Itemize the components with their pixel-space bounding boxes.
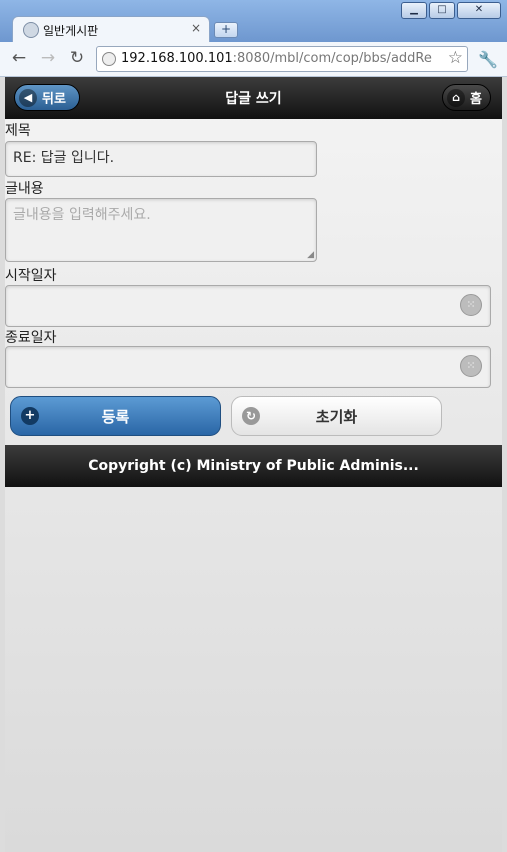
- tab-close-icon[interactable]: ×: [191, 21, 201, 35]
- home-icon: ⌂: [447, 88, 465, 107]
- start-date-label: 시작일자: [5, 268, 57, 284]
- page-favicon-icon: [23, 22, 39, 38]
- content-label: 글내용: [5, 181, 44, 197]
- home-button-label: 홈: [470, 92, 482, 107]
- end-date-field[interactable]: ⁙: [5, 346, 491, 388]
- content-field[interactable]: ◢: [5, 198, 317, 262]
- plus-icon: +: [21, 407, 39, 425]
- reset-button-label: 초기화: [315, 407, 358, 426]
- close-window-icon[interactable]: ✕: [457, 2, 501, 19]
- date-picker-grid-icon[interactable]: ⁙: [460, 294, 482, 316]
- browser-tab[interactable]: 일반게시판 ×: [12, 16, 210, 43]
- content-textarea[interactable]: [6, 199, 316, 261]
- browser-toolbar: ← → ↻ 192.168.100.101:8080/mbl/com/cop/b…: [0, 42, 507, 77]
- window-controls: ▁ □ ✕: [401, 2, 501, 19]
- home-button[interactable]: ⌂ 홈: [442, 84, 491, 111]
- subject-input[interactable]: [6, 142, 316, 172]
- reset-button[interactable]: ↻ 초기화: [231, 396, 442, 436]
- date-picker-grid-icon[interactable]: ⁙: [460, 355, 482, 377]
- start-date-field[interactable]: ⁙: [5, 285, 491, 327]
- forward-arrow-icon[interactable]: →: [37, 47, 59, 69]
- globe-icon: [102, 52, 116, 66]
- maximize-icon[interactable]: □: [429, 2, 455, 19]
- browser-titlebar: ▁ □ ✕ 일반게시판 × +: [0, 0, 507, 43]
- wrench-icon[interactable]: 🔧: [478, 50, 498, 69]
- subject-label: 제목: [5, 123, 31, 139]
- tab-title: 일반게시판: [43, 24, 99, 38]
- address-bar[interactable]: 192.168.100.101:8080/mbl/com/cop/bbs/add…: [96, 46, 468, 72]
- back-arrow-icon[interactable]: ←: [8, 47, 30, 69]
- mobile-page: ◀ 뒤로 답글 쓰기 ⌂ 홈 제목 글내용 ◢ 시작일자 ⁙ 종료일자 ⁙ + …: [5, 77, 502, 852]
- page-title: 답글 쓰기: [225, 91, 282, 107]
- resize-grip-icon[interactable]: ◢: [307, 250, 314, 260]
- page-header: ◀ 뒤로 답글 쓰기 ⌂ 홈: [5, 77, 502, 119]
- minimize-icon[interactable]: ▁: [401, 2, 427, 19]
- register-button[interactable]: + 등록: [10, 396, 221, 436]
- subject-field[interactable]: [5, 141, 317, 177]
- end-date-label: 종료일자: [5, 330, 57, 346]
- bookmark-star-icon[interactable]: ☆: [448, 48, 463, 68]
- end-date-input[interactable]: [6, 347, 446, 385]
- new-tab-button[interactable]: +: [214, 22, 238, 38]
- refresh-icon: ↻: [242, 407, 260, 425]
- register-button-label: 등록: [101, 407, 130, 426]
- start-date-input[interactable]: [6, 286, 446, 324]
- page-footer: Copyright (c) Ministry of Public Adminis…: [5, 445, 502, 487]
- reload-icon[interactable]: ↻: [66, 47, 88, 69]
- url-text: 192.168.100.101:8080/mbl/com/cop/bbs/add…: [121, 51, 432, 66]
